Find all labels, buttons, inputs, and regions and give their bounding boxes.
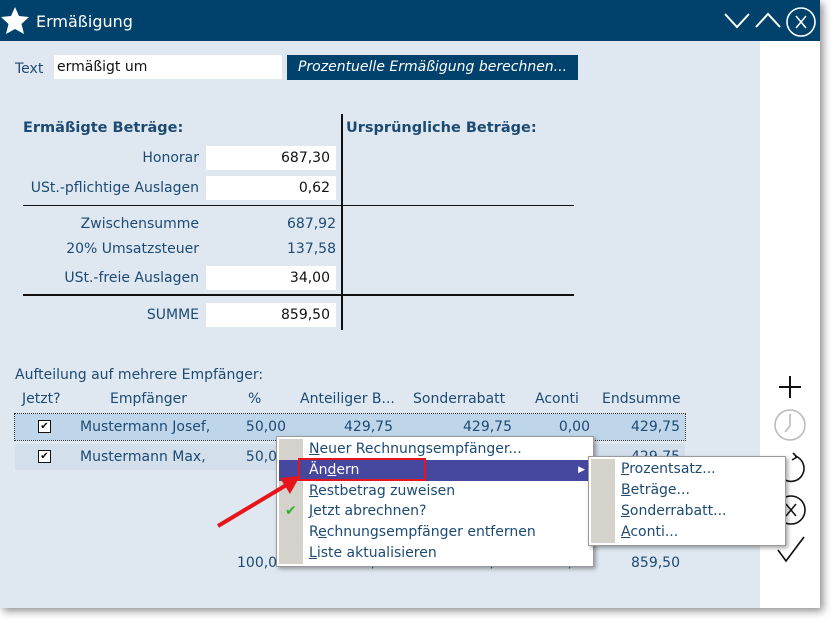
submenu-item[interactable]: Beträge... (591, 480, 783, 501)
original-amounts-header: Ursprüngliche Beträge: (346, 120, 537, 136)
window-title: Ermäßigung (36, 12, 133, 31)
chevron-down-icon[interactable] (722, 10, 752, 30)
reduced-amounts-header: Ermäßigte Beträge: (23, 120, 184, 136)
menu-item[interactable]: Neuer Rechnungsempfänger... (279, 439, 591, 460)
recipient-name: Mustermann Max, (80, 449, 206, 465)
column-header[interactable]: Jetzt? (22, 391, 61, 407)
amount-input[interactable]: 687,30 (206, 146, 336, 170)
recipient-name: Mustermann Josef, (80, 419, 211, 435)
amount-label: USt.-freie Auslagen (64, 270, 199, 286)
plus-icon[interactable] (777, 374, 803, 400)
column-header[interactable]: Sonderrabatt (413, 391, 505, 407)
column-header[interactable]: Aconti (535, 391, 579, 407)
submenu: Prozentsatz... Beträge... Sonderrabatt... A… (588, 456, 786, 546)
jetzt-checkbox[interactable]: ✔ (38, 420, 51, 433)
amount-label: Honorar (142, 150, 199, 166)
chevron-up-icon[interactable] (753, 10, 783, 30)
submenu-item[interactable]: Aconti... (591, 522, 783, 543)
divider (23, 205, 574, 206)
vertical-divider (341, 114, 343, 330)
title-bar: Ermäßigung (0, 0, 820, 41)
menu-item[interactable]: Jetzt abrechnen? ✔ (279, 501, 591, 522)
column-header[interactable]: Endsumme (602, 391, 681, 407)
star-icon (1, 7, 29, 34)
amount-label: Zwischensumme (80, 216, 199, 232)
menu-item[interactable]: Rechnungsempfänger entfernen (279, 522, 591, 543)
cell-total: 429,75 (631, 419, 680, 435)
text-input[interactable]: ermäßigt um (54, 55, 282, 79)
close-icon[interactable] (785, 6, 817, 38)
submenu-item[interactable]: Prozentsatz... (591, 459, 783, 480)
menu-item[interactable]: Restbetrag zuweisen (279, 481, 591, 502)
clock-icon[interactable] (773, 408, 807, 442)
total-total: 859,50 (631, 555, 680, 571)
context-menu: Neuer Rechnungsempfänger... Ändern ▶ Restbe… (276, 436, 594, 567)
menu-item[interactable]: Liste aktualisieren (279, 543, 591, 564)
split-title: Aufteilung auf mehrere Empfänger: (15, 367, 264, 383)
amount-input[interactable]: 0,62 (206, 176, 336, 200)
amount-value: 687,92 (287, 216, 336, 232)
column-header[interactable]: Anteiliger B... (300, 391, 395, 407)
amount-input[interactable]: 859,50 (206, 303, 336, 327)
annotation-highlight-box (298, 458, 426, 481)
amount-value: 137,58 (287, 241, 336, 257)
jetzt-checkbox[interactable]: ✔ (38, 450, 51, 463)
text-label: Text (15, 61, 44, 77)
column-header[interactable]: Empfänger (110, 391, 187, 407)
annotation-arrow-icon (216, 476, 300, 528)
submenu-arrow-icon: ▶ (578, 464, 585, 475)
amount-label: SUMME (146, 307, 199, 323)
amount-label: 20% Umsatzsteuer (66, 241, 199, 257)
column-header[interactable]: % (248, 391, 261, 407)
submenu-item[interactable]: Sonderrabatt... (591, 501, 783, 522)
amount-input[interactable]: 34,00 (206, 266, 336, 290)
amount-label: USt.-pflichtige Auslagen (30, 180, 199, 196)
calculate-percentage-button[interactable]: Prozentuelle Ermäßigung berechnen... (287, 55, 578, 80)
divider (23, 294, 574, 296)
